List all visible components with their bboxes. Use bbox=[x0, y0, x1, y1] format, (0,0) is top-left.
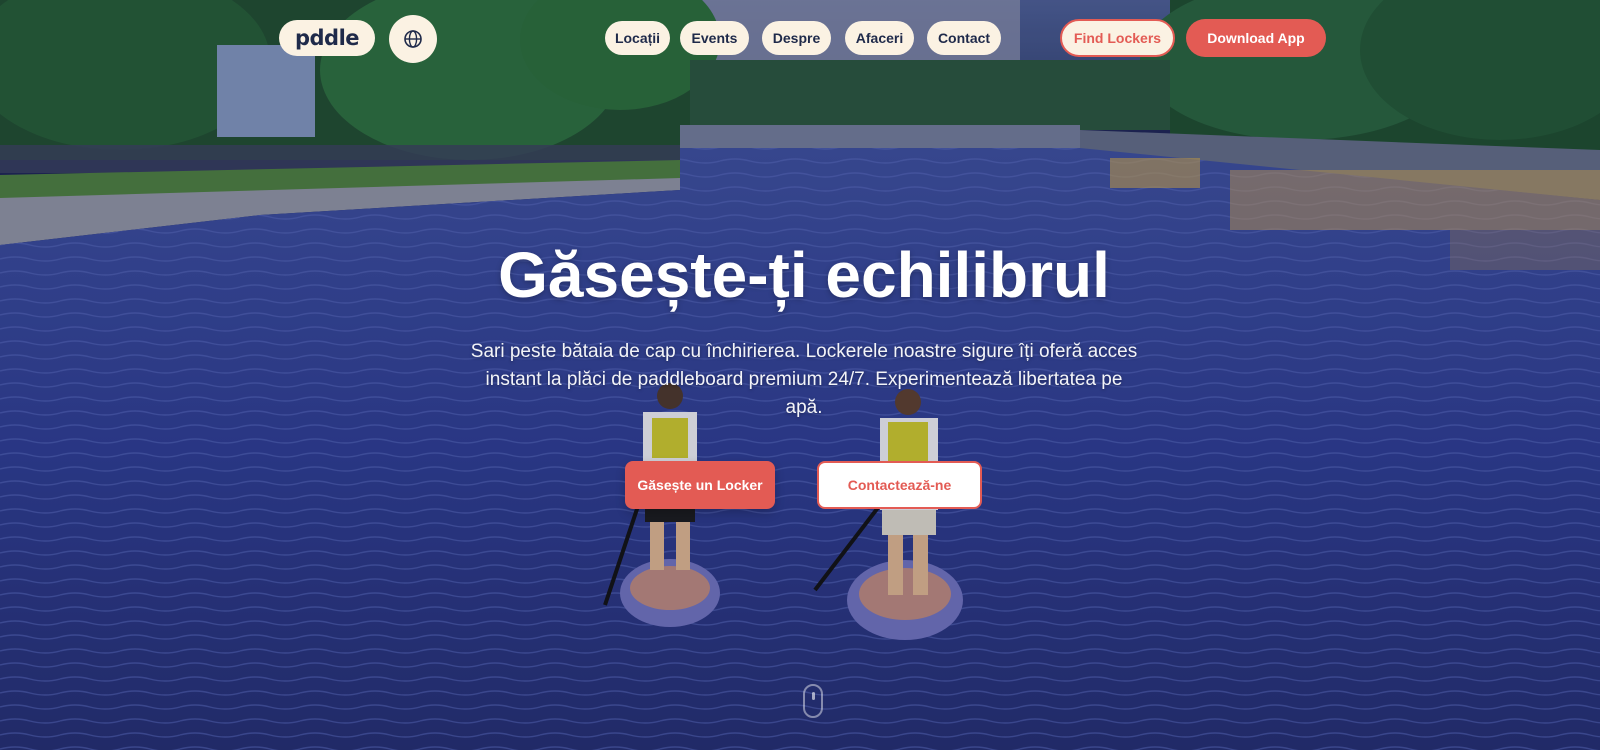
download-app-button[interactable]: Download App bbox=[1186, 19, 1326, 57]
contact-us-label: Contactează-ne bbox=[847, 477, 952, 493]
globe-icon bbox=[404, 30, 422, 48]
nav-item-afaceri[interactable]: Afaceri bbox=[845, 21, 914, 55]
nav-item-label: Locații bbox=[614, 30, 661, 46]
hero-subtitle: Sari peste bătaia de cap cu închirierea.… bbox=[470, 341, 1138, 418]
find-locker-label: Găsește un Locker bbox=[637, 477, 763, 493]
download-app-label: Download App bbox=[1207, 30, 1305, 46]
find-locker-button[interactable]: Găsește un Locker bbox=[625, 461, 775, 509]
nav-item-events[interactable]: Events bbox=[680, 21, 749, 55]
nav-item-contact[interactable]: Contact bbox=[927, 21, 1001, 55]
nav-item-label: Afaceri bbox=[855, 30, 904, 46]
nav-item-label: Despre bbox=[772, 30, 821, 46]
nav-item-label: Contact bbox=[937, 30, 991, 46]
scroll-wheel bbox=[812, 692, 815, 700]
logo[interactable]: pddle bbox=[279, 20, 375, 56]
find-lockers-button[interactable]: Find Lockers bbox=[1060, 19, 1175, 57]
nav-item-despre[interactable]: Despre bbox=[762, 21, 831, 55]
nav-item-locatii[interactable]: Locații bbox=[605, 21, 670, 55]
language-button[interactable] bbox=[389, 15, 437, 63]
find-lockers-label: Find Lockers bbox=[1073, 30, 1162, 46]
contact-us-button[interactable]: Contactează-ne bbox=[817, 461, 982, 509]
scroll-mouse-icon[interactable] bbox=[803, 684, 823, 718]
logo-text: pddle bbox=[294, 26, 360, 50]
nav-item-label: Events bbox=[691, 30, 738, 46]
hero-title: Găsește-ți echilibrul bbox=[498, 239, 1110, 311]
